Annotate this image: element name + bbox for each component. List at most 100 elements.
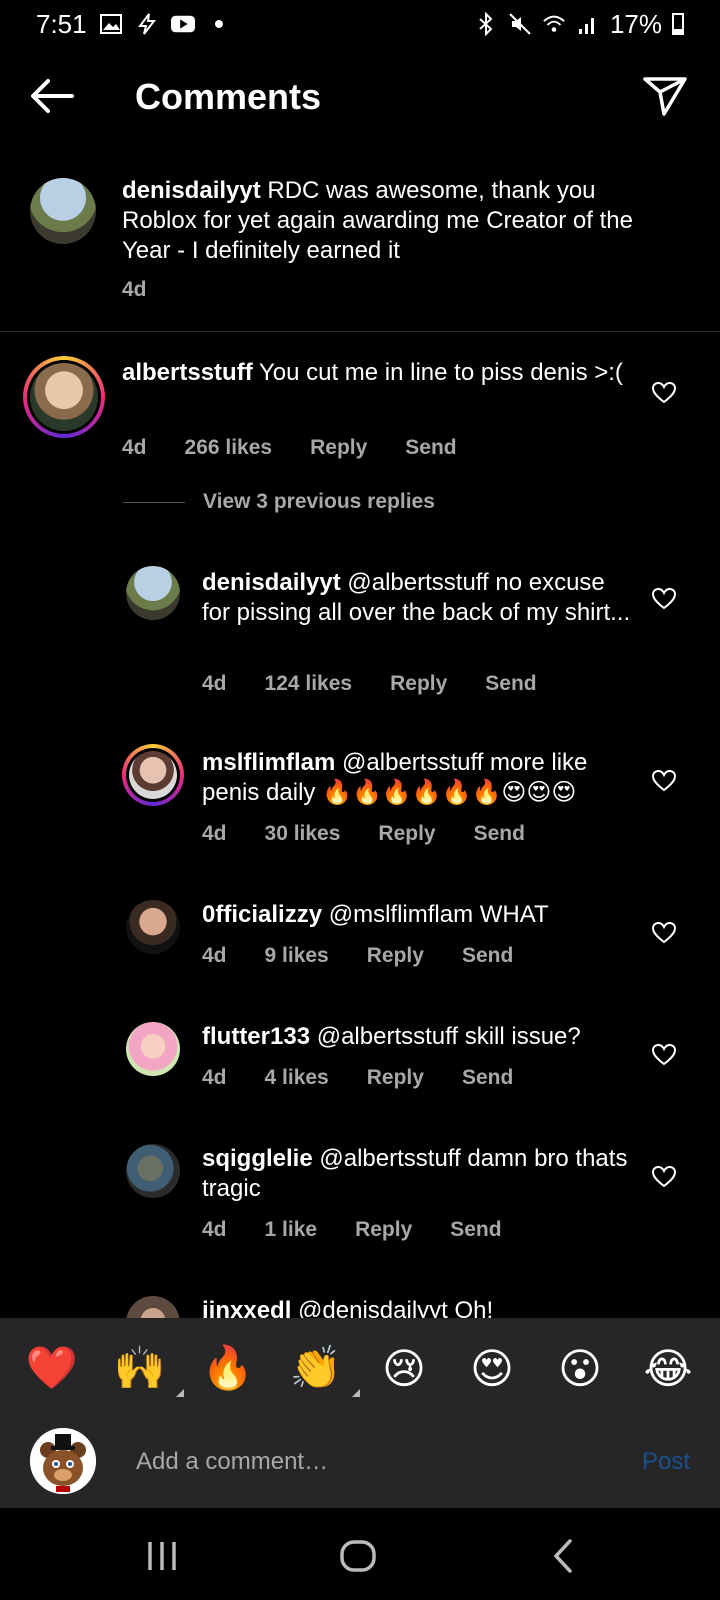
likes-count[interactable]: 9 likes bbox=[265, 944, 329, 968]
reply-username[interactable]: flutter133 bbox=[202, 1023, 310, 1050]
avatar[interactable] bbox=[126, 1022, 180, 1076]
heart-icon bbox=[651, 587, 677, 610]
like-button[interactable] bbox=[651, 1165, 677, 1188]
share-button[interactable] bbox=[642, 74, 688, 118]
avatar[interactable] bbox=[126, 566, 180, 620]
emoji-fire[interactable]: 🔥 bbox=[198, 1343, 258, 1393]
reply-button[interactable]: Reply bbox=[390, 672, 447, 696]
status-bar: 7:51 17% bbox=[0, 0, 720, 48]
avatar[interactable] bbox=[126, 1144, 180, 1198]
arrow-left-icon bbox=[31, 79, 74, 113]
recents-button[interactable] bbox=[142, 1536, 182, 1576]
send-button[interactable]: Send bbox=[462, 944, 513, 968]
emoji-raised-hands[interactable]: 🙌 bbox=[110, 1343, 184, 1397]
like-button[interactable] bbox=[651, 769, 677, 792]
send-button[interactable]: Send bbox=[485, 672, 536, 696]
reply-text: @mslflimflam WHAT bbox=[328, 901, 549, 928]
comment-time: 4d bbox=[122, 436, 147, 459]
reply-meta: 4d 1 like Reply Send bbox=[202, 1218, 502, 1242]
send-button[interactable]: Send bbox=[450, 1218, 501, 1242]
avatar bbox=[30, 363, 98, 431]
home-button[interactable] bbox=[338, 1536, 378, 1576]
emoji-glyph: 🙌 bbox=[113, 1343, 167, 1392]
likes-count[interactable]: 30 likes bbox=[265, 822, 341, 846]
bear-avatar-icon bbox=[30, 1428, 96, 1494]
emoji-heart[interactable]: ❤️ bbox=[22, 1343, 82, 1393]
back-nav-button[interactable] bbox=[544, 1536, 584, 1576]
reply-meta: 4d 9 likes Reply Send bbox=[202, 944, 513, 968]
caption-username[interactable]: denisdailyyt bbox=[122, 177, 261, 204]
post-caption: denisdailyyt RDC was awesome, thank you … bbox=[0, 176, 720, 332]
post-button[interactable]: Post bbox=[642, 1448, 690, 1476]
reply-button[interactable]: Reply bbox=[367, 944, 424, 968]
page-title: Comments bbox=[135, 76, 322, 117]
skin-tone-indicator-icon bbox=[352, 1389, 360, 1397]
avatar[interactable] bbox=[30, 178, 96, 244]
emoji-heart-eyes[interactable]: 😍 bbox=[462, 1344, 522, 1393]
reply-text: @albertsstuff skill issue? bbox=[316, 1023, 581, 1050]
battery-icon bbox=[672, 13, 684, 35]
caption-meta: 4d bbox=[122, 278, 147, 302]
dot-icon bbox=[207, 13, 231, 35]
signal-icon bbox=[576, 13, 600, 35]
status-time: 7:51 bbox=[36, 8, 87, 39]
my-avatar bbox=[30, 1428, 96, 1494]
emoji-quick-bar: ❤️ 🙌 🔥 👏 😢 😍 😮 😂 bbox=[0, 1318, 720, 1418]
header: Comments bbox=[0, 60, 720, 134]
emoji-laughing[interactable]: 😂 bbox=[638, 1344, 698, 1393]
youtube-icon bbox=[170, 13, 195, 35]
reply-meta: 4d 30 likes Reply Send bbox=[202, 822, 525, 846]
send-button[interactable]: Send bbox=[405, 436, 456, 460]
reply-button[interactable]: Reply bbox=[355, 1218, 412, 1242]
avatar-story-ring[interactable] bbox=[23, 356, 105, 438]
likes-count[interactable]: 266 likes bbox=[185, 436, 273, 460]
comment-composer: Post bbox=[0, 1418, 720, 1508]
reply-button[interactable]: Reply bbox=[310, 436, 367, 460]
avatar[interactable] bbox=[126, 900, 180, 954]
heart-icon bbox=[651, 1043, 677, 1066]
mute-icon bbox=[508, 13, 532, 35]
likes-count[interactable]: 1 like bbox=[265, 1218, 318, 1242]
avatar-story-ring[interactable] bbox=[122, 744, 184, 806]
heart-icon bbox=[651, 1165, 677, 1188]
emoji-crying[interactable]: 😢 bbox=[374, 1344, 434, 1393]
reply-username[interactable]: mslflimflam bbox=[202, 749, 335, 776]
recents-icon bbox=[148, 1542, 176, 1570]
send-button[interactable]: Send bbox=[474, 822, 525, 846]
caption-time: 4d bbox=[122, 278, 147, 301]
reply-meta: 4d 4 likes Reply Send bbox=[202, 1066, 513, 1090]
reply-time: 4d bbox=[202, 1066, 227, 1089]
gallery-icon bbox=[99, 13, 123, 35]
reply-username[interactable]: sqigglelie bbox=[202, 1145, 313, 1172]
like-button[interactable] bbox=[651, 587, 677, 610]
divider bbox=[123, 501, 185, 503]
heart-icon bbox=[651, 381, 677, 404]
likes-count[interactable]: 4 likes bbox=[265, 1066, 329, 1090]
like-button[interactable] bbox=[651, 921, 677, 944]
avatar bbox=[129, 751, 177, 799]
reply-time: 4d bbox=[202, 944, 227, 967]
paper-plane-icon bbox=[643, 77, 687, 116]
reply-time: 4d bbox=[202, 672, 227, 695]
emoji-surprised[interactable]: 😮 bbox=[550, 1344, 610, 1393]
comment-username[interactable]: albertsstuff bbox=[122, 359, 253, 386]
comment-input[interactable] bbox=[136, 1440, 596, 1484]
reply-username[interactable]: 0fficializzy bbox=[202, 901, 322, 928]
reply-button[interactable]: Reply bbox=[367, 1066, 424, 1090]
emoji-clap[interactable]: 👏 bbox=[286, 1343, 360, 1397]
wifi-icon bbox=[542, 13, 566, 35]
view-previous-replies[interactable]: View 3 previous replies bbox=[123, 490, 435, 514]
home-icon bbox=[340, 1540, 376, 1572]
send-button[interactable]: Send bbox=[462, 1066, 513, 1090]
reply-button[interactable]: Reply bbox=[378, 822, 435, 846]
reply-time: 4d bbox=[202, 1218, 227, 1241]
view-replies-label: View 3 previous replies bbox=[203, 490, 435, 513]
like-button[interactable] bbox=[651, 381, 677, 404]
flash-icon bbox=[135, 13, 159, 35]
likes-count[interactable]: 124 likes bbox=[265, 672, 353, 696]
back-button[interactable] bbox=[28, 76, 76, 116]
reply-time: 4d bbox=[202, 822, 227, 845]
reply-meta: 4d 124 likes Reply Send bbox=[202, 672, 537, 696]
like-button[interactable] bbox=[651, 1043, 677, 1066]
reply-username[interactable]: denisdailyyt bbox=[202, 569, 341, 596]
